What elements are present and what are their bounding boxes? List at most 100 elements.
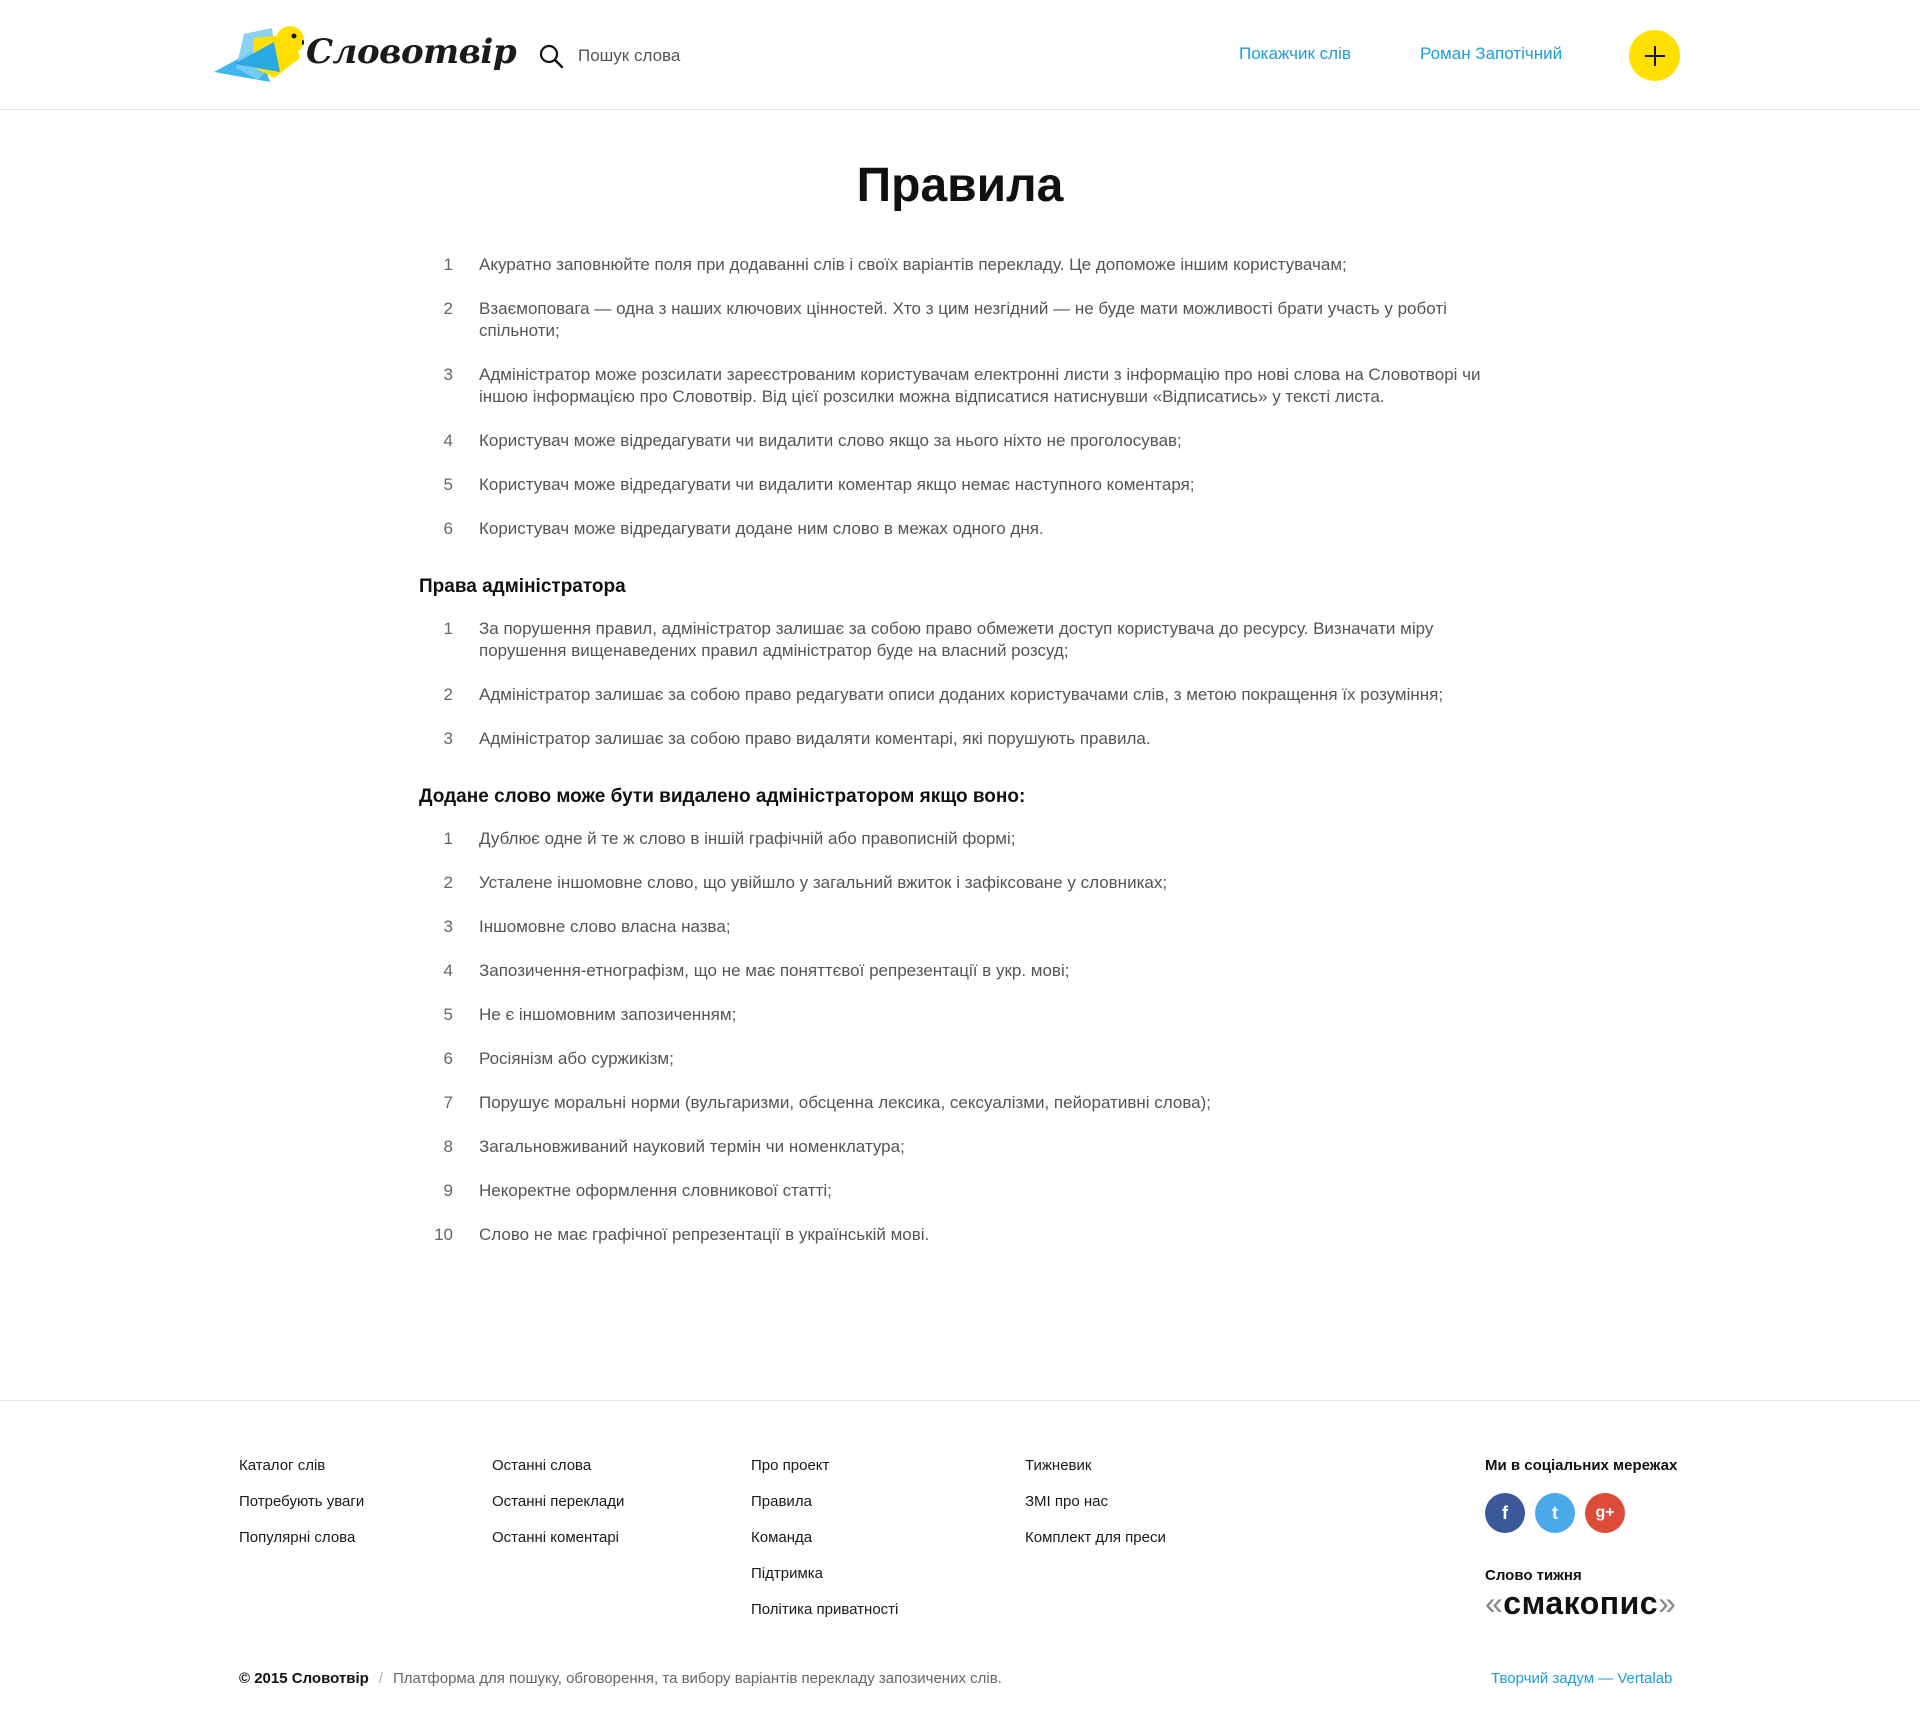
footer-link-weekly[interactable]: Тижневик	[1025, 1456, 1166, 1492]
rule-text: Росіянізм або суржикізм;	[479, 1049, 674, 1068]
search-input[interactable]	[578, 46, 898, 66]
rule-text: Взаємоповага — одна з наших ключових цін…	[479, 299, 1447, 340]
list-item: 3 Адміністратор може розсилати зареєстров…	[419, 364, 1499, 408]
rules-content: 1 Акуратно заповнюйте поля при додаванні …	[419, 254, 1499, 1268]
rule-number: 2	[443, 873, 453, 892]
rule-text: Порушує моральні норми (вульгаризми, обс…	[479, 1093, 1211, 1112]
footer-link-popular-words[interactable]: Популярні слова	[239, 1528, 364, 1564]
rule-number: 5	[443, 1005, 453, 1024]
list-item: 8 Загальновживаний науковий термін чи ном…	[419, 1136, 1499, 1158]
rule-text: Загальновживаний науковий термін чи номе…	[479, 1137, 905, 1156]
footer-column-project: Про проект Правила Команда Підтримка Пол…	[751, 1456, 898, 1636]
bird-logo-icon	[214, 26, 304, 82]
rule-number: 9	[443, 1181, 453, 1200]
list-item: 4 Запозичення-етнографізм, що не має поня…	[419, 960, 1499, 982]
rule-text: Некоректне оформлення словникової статті…	[479, 1181, 832, 1200]
word-removal-heading: Додане слово може бути видалено адмініст…	[419, 786, 1026, 807]
list-item: 1 Дублює одне й те ж слово в іншій графіч…	[419, 828, 1499, 850]
list-item: 2 Усталене іншомовне слово, що увійшло у …	[419, 872, 1499, 894]
nav-user-profile-link[interactable]: Роман Запотічний	[1420, 44, 1562, 64]
rule-number: 3	[443, 365, 453, 384]
footer-link-needs-attention[interactable]: Потребують уваги	[239, 1492, 364, 1528]
logo-text: Словотвір	[306, 32, 517, 72]
rule-text: Слово не має графічної репрезентації в у…	[479, 1225, 930, 1244]
facebook-icon[interactable]: f	[1485, 1493, 1525, 1533]
rule-number: 10	[434, 1225, 453, 1244]
tagline: Платформа для пошуку, обговорення, та ви…	[392, 1670, 1002, 1687]
footer-link-support[interactable]: Підтримка	[751, 1564, 898, 1600]
site-footer: Каталог слів Потребують уваги Популярні …	[0, 1400, 1920, 1727]
rule-number: 4	[443, 431, 453, 450]
list-item: 6 Користувач може відредагувати додане ни…	[419, 518, 1499, 540]
rule-text: Запозичення-етнографізм, що не має понят…	[479, 961, 1070, 980]
list-item: 1 За порушення правил, адміністратор зали…	[419, 618, 1499, 662]
footer-link-recent-comments[interactable]: Останні коментарі	[492, 1528, 624, 1564]
rule-text: Адміністратор залишає за собою право ред…	[479, 685, 1444, 704]
footer-link-press-about-us[interactable]: ЗМІ про нас	[1025, 1492, 1166, 1528]
footer-link-privacy[interactable]: Політика приватності	[751, 1600, 898, 1636]
rule-text: Користувач може відредагувати чи видалит…	[479, 431, 1182, 450]
footer-link-word-catalog[interactable]: Каталог слів	[239, 1456, 364, 1492]
list-item: 3 Адміністратор залишає за собою право ви…	[419, 728, 1499, 750]
list-item: 3 Іншомовне слово власна назва;	[419, 916, 1499, 938]
search-icon[interactable]	[538, 43, 564, 69]
add-word-button[interactable]	[1629, 30, 1680, 81]
rule-text: Дублює одне й те ж слово в іншій графічн…	[479, 829, 1016, 848]
footer-link-rules[interactable]: Правила	[751, 1492, 898, 1528]
twitter-icon[interactable]: t	[1535, 1493, 1575, 1533]
rule-text: Акуратно заповнюйте поля при додаванні с…	[479, 255, 1347, 274]
google-plus-icon[interactable]: g+	[1585, 1493, 1625, 1533]
close-quote: »	[1658, 1585, 1677, 1621]
rule-number: 1	[443, 255, 453, 274]
footer-link-about[interactable]: Про проект	[751, 1456, 898, 1492]
footer-column-media: Тижневик ЗМІ про нас Комплект для преси	[1025, 1456, 1166, 1564]
word-removal-list: 1 Дублює одне й те ж слово в іншій графіч…	[419, 828, 1499, 1246]
list-item: 7 Порушує моральні норми (вульгаризми, об…	[419, 1092, 1499, 1114]
open-quote: «	[1485, 1585, 1504, 1621]
footer-link-recent-words[interactable]: Останні слова	[492, 1456, 624, 1492]
footer-link-team[interactable]: Команда	[751, 1528, 898, 1564]
plus-icon	[1644, 45, 1665, 66]
rule-number: 3	[443, 917, 453, 936]
rule-number: 5	[443, 475, 453, 494]
logo[interactable]: Словотвір	[214, 24, 517, 90]
rule-number: 1	[443, 619, 453, 638]
rule-number: 2	[443, 685, 453, 704]
rule-number: 3	[443, 729, 453, 748]
rule-number: 4	[443, 961, 453, 980]
nav-word-index-link[interactable]: Покажчик слів	[1239, 44, 1351, 64]
site-header: Словотвір Покажчик слів Роман Запотічний	[0, 0, 1920, 110]
footer-column-catalog: Каталог слів Потребують уваги Популярні …	[239, 1456, 364, 1564]
rule-number: 2	[443, 299, 453, 318]
rule-number: 6	[443, 519, 453, 538]
rule-text: Іншомовне слово власна назва;	[479, 917, 731, 936]
footer-link-press-kit[interactable]: Комплект для преси	[1025, 1528, 1166, 1564]
list-item: 2 Адміністратор залишає за собою право ре…	[419, 684, 1499, 706]
rule-number: 1	[443, 829, 453, 848]
list-item: 5 Не є іншомовним запозиченням;	[419, 1004, 1499, 1026]
list-item: 5 Користувач може відредагувати чи видали…	[419, 474, 1499, 496]
rule-text: Користувач може відредагувати чи видалит…	[479, 475, 1195, 494]
footer-column-recent: Останні слова Останні переклади Останні …	[492, 1456, 624, 1564]
rule-number: 6	[443, 1049, 453, 1068]
list-item: 4 Користувач може відредагувати чи видали…	[419, 430, 1499, 452]
rule-text: За порушення правил, адміністратор залиш…	[479, 619, 1434, 660]
credit-link[interactable]: Творчий задум — Vertalab	[1491, 1670, 1672, 1687]
list-item: 6 Росіянізм або суржикізм;	[419, 1048, 1499, 1070]
page-title: Правила	[856, 159, 1064, 212]
rule-text: Адміністратор залишає за собою право вид…	[479, 729, 1151, 748]
rule-text: Усталене іншомовне слово, що увійшло у з…	[479, 873, 1168, 892]
word-of-week-link[interactable]: «смакопис»	[1485, 1585, 1676, 1622]
list-item: 1 Акуратно заповнюйте поля при додаванні …	[419, 254, 1499, 276]
word-of-week-label: Слово тижня	[1485, 1567, 1582, 1584]
rule-text: Користувач може відредагувати додане ним…	[479, 519, 1044, 538]
copyright-line: © 2015 Словотвір / Платформа для пошуку, о…	[239, 1670, 1002, 1687]
list-item: 9 Некоректне оформлення словникової статт…	[419, 1180, 1499, 1202]
list-item: 10 Слово не має графічної репрезентації в…	[419, 1224, 1499, 1246]
admin-rights-heading: Права адміністратора	[419, 576, 626, 597]
admin-rights-list: 1 За порушення правил, адміністратор зали…	[419, 618, 1499, 750]
word-of-week: смакопис	[1503, 1585, 1659, 1621]
copyright: © 2015 Словотвір	[239, 1670, 369, 1687]
footer-link-recent-translations[interactable]: Останні переклади	[492, 1492, 624, 1528]
search-bar[interactable]	[538, 40, 898, 72]
